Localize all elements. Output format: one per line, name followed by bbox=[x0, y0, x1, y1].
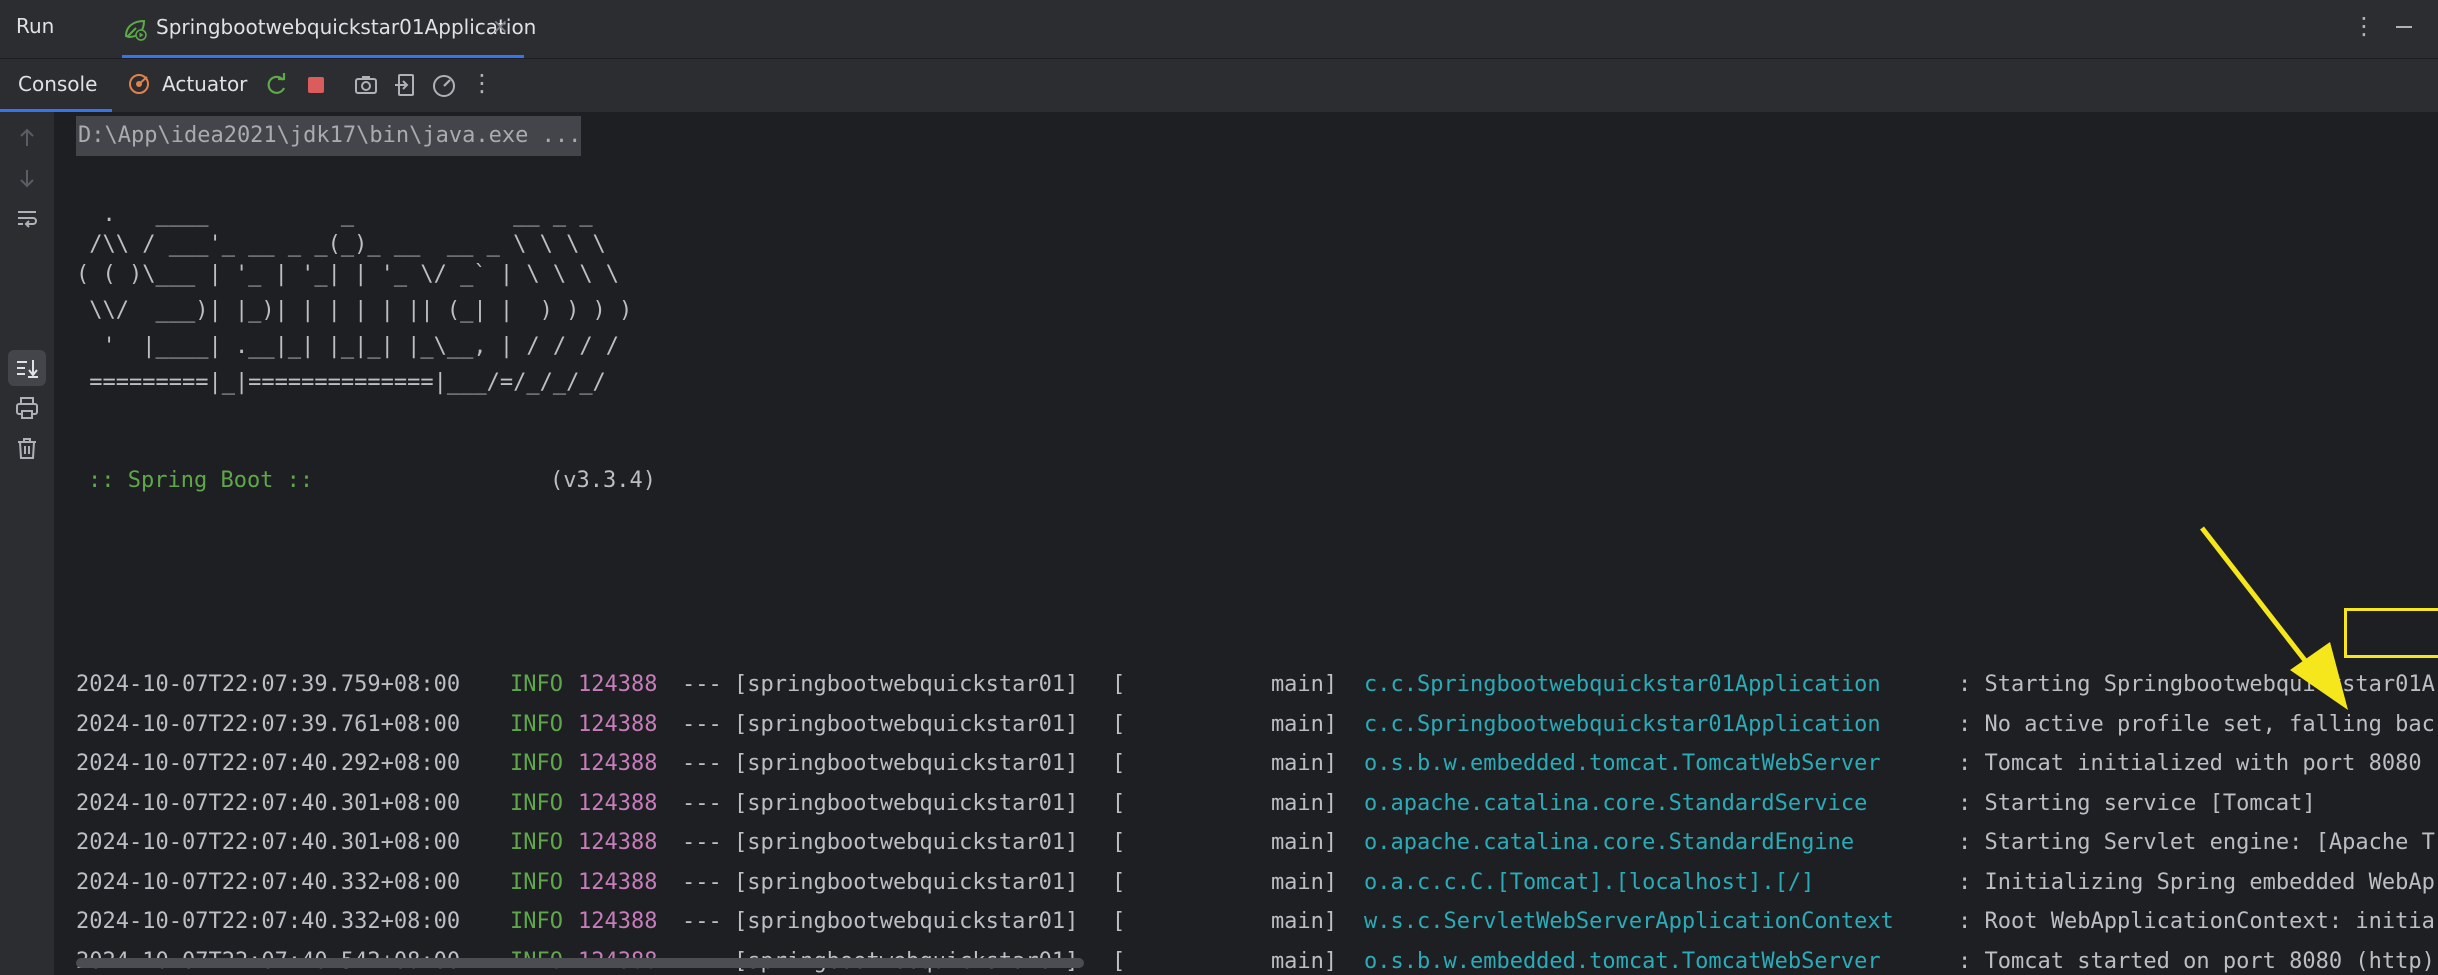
spring-banner-line: ' |____| .__|_| |_|_| |_\__, | / / / / bbox=[76, 334, 620, 359]
log-app-name: [springbootwebquickstar01] bbox=[734, 909, 1079, 934]
log-logger: o.s.b.w.embedded.tomcat.TomcatWebServer bbox=[1364, 948, 1881, 974]
log-logger: o.s.b.w.embedded.tomcat.TomcatWebServer bbox=[1364, 751, 1881, 776]
log-level: INFO bbox=[510, 672, 563, 697]
run-tab-title: Springbootwebquickstar01Application bbox=[156, 15, 537, 39]
log-app-name: [springbootwebquickstar01] bbox=[734, 672, 1079, 697]
dashboard-icon[interactable] bbox=[430, 71, 458, 99]
arrow-down-icon[interactable] bbox=[13, 164, 41, 192]
log-timestamp: 2024-10-07T22:07:39.759+08:00 bbox=[76, 672, 461, 697]
log-thread: [ main] bbox=[1112, 909, 1338, 934]
arrow-up-icon[interactable] bbox=[13, 124, 41, 152]
soft-wrap-icon[interactable] bbox=[13, 204, 41, 232]
log-logger: c.c.Springbootwebquickstar01Application bbox=[1364, 672, 1881, 697]
log-pid: 124388 bbox=[578, 751, 658, 776]
log-level: INFO bbox=[510, 869, 563, 895]
log-pid: 124388 bbox=[578, 790, 658, 816]
stop-icon[interactable] bbox=[302, 71, 330, 99]
log-timestamp: 2024-10-07T22:07:40.332+08:00 bbox=[76, 869, 461, 895]
kebab-vertical-icon[interactable]: ⋮ bbox=[468, 69, 496, 97]
log-app-name: [springbootwebquickstar01] bbox=[734, 711, 1079, 737]
log-level: INFO bbox=[510, 711, 563, 737]
log-pid: 124388 bbox=[578, 869, 658, 895]
active-tab-indicator bbox=[122, 55, 524, 58]
log-app-name: [springbootwebquickstar01] bbox=[734, 830, 1079, 855]
log-timestamp: 2024-10-07T22:07:40.292+08:00 bbox=[76, 751, 461, 776]
log-thread: [ main] bbox=[1112, 948, 1338, 974]
spring-boot-version: (v3.3.4) bbox=[550, 468, 656, 493]
log-separator: --- bbox=[682, 751, 722, 776]
actuator-label: Actuator bbox=[162, 72, 248, 96]
rerun-icon[interactable] bbox=[262, 71, 290, 99]
actuator-icon bbox=[129, 74, 149, 94]
log-separator: --- bbox=[682, 790, 722, 816]
log-level: INFO bbox=[510, 751, 563, 776]
log-timestamp: 2024-10-07T22:07:40.301+08:00 bbox=[76, 790, 461, 816]
console-toolbar: Console Actuator ⋮ bbox=[0, 59, 2438, 113]
log-thread: [ main] bbox=[1112, 830, 1338, 855]
command-line[interactable]: D:\App\idea2021\jdk17\bin\java.exe ... bbox=[76, 116, 582, 156]
log-timestamp: 2024-10-07T22:07:40.332+08:00 bbox=[76, 909, 461, 934]
log-message: : Starting Servlet engine: [Apache T bbox=[1958, 830, 2435, 855]
log-level: INFO bbox=[510, 830, 563, 855]
log-thread: [ main] bbox=[1112, 672, 1338, 697]
log-message: : Tomcat started on port 8080 (http) bbox=[1958, 948, 2435, 974]
spring-banner-line: =========|_|==============|___/=/_/_/_/ bbox=[76, 370, 606, 395]
scroll-to-end-icon[interactable] bbox=[13, 354, 41, 382]
minimize-icon[interactable] bbox=[2396, 26, 2412, 28]
spring-banner-line: \\/ ___)| |_)| | | | | || (_| | ) ) ) ) bbox=[76, 298, 633, 323]
trash-icon[interactable] bbox=[13, 434, 41, 462]
log-app-name: [springbootwebquickstar01] bbox=[734, 751, 1079, 776]
log-separator: --- bbox=[682, 672, 722, 697]
log-message: : Tomcat initialized with port 8080 bbox=[1958, 751, 2422, 776]
annotation-highlight-box bbox=[2344, 608, 2438, 658]
spring-banner-line: ( ( )\___ | '_ | '_| | '_ \/ _` | \ \ \ … bbox=[76, 262, 620, 287]
log-logger: w.s.c.ServletWebServerApplicationContext bbox=[1364, 909, 1894, 934]
print-icon[interactable] bbox=[13, 394, 41, 422]
log-separator: --- bbox=[682, 909, 722, 934]
log-logger: c.c.Springbootwebquickstar01Application bbox=[1364, 711, 1881, 737]
tab-console[interactable]: Console bbox=[18, 72, 97, 96]
log-logger: o.a.c.c.C.[Tomcat].[localhost].[/] bbox=[1364, 869, 1815, 895]
spring-banner-line: /\\ / ___'_ __ _ _(_)_ __ __ _ \ \ \ \ bbox=[76, 232, 606, 257]
log-logger: o.apache.catalina.core.StandardEngine bbox=[1364, 830, 1855, 855]
kebab-vertical-icon[interactable]: ⋮ bbox=[2352, 12, 2376, 40]
log-message: : Root WebApplicationContext: initia bbox=[1958, 909, 2435, 934]
log-logger: o.apache.catalina.core.StandardService bbox=[1364, 790, 1868, 816]
log-thread: [ main] bbox=[1112, 790, 1338, 816]
run-configuration-tab[interactable]: Springbootwebquickstar01Application × bbox=[122, 0, 536, 58]
exit-icon[interactable] bbox=[392, 71, 420, 99]
log-timestamp: 2024-10-07T22:07:40.301+08:00 bbox=[76, 830, 461, 855]
spring-banner-line: . ____ _ __ _ _ bbox=[76, 202, 593, 227]
log-pid: 124388 bbox=[578, 830, 658, 855]
run-tool-window-title: Run bbox=[16, 14, 55, 38]
log-thread: [ main] bbox=[1112, 751, 1338, 776]
log-separator: --- bbox=[682, 830, 722, 855]
log-separator: --- bbox=[682, 711, 722, 737]
log-pid: 124388 bbox=[578, 711, 658, 737]
log-message: : Initializing Spring embedded WebAp bbox=[1958, 869, 2435, 895]
log-app-name: [springbootwebquickstar01] bbox=[734, 869, 1079, 895]
log-level: INFO bbox=[510, 790, 563, 816]
log-thread: [ main] bbox=[1112, 869, 1338, 895]
log-pid: 124388 bbox=[578, 672, 658, 697]
log-separator: --- bbox=[682, 869, 722, 895]
tool-window-header: Run Springbootwebquickstar01Application … bbox=[0, 0, 2438, 59]
log-thread: [ main] bbox=[1112, 711, 1338, 737]
spring-boot-label: :: Spring Boot :: bbox=[88, 468, 314, 493]
log-message: : Starting service [Tomcat] bbox=[1958, 790, 2316, 816]
console-gutter bbox=[0, 112, 55, 975]
log-app-name: [springbootwebquickstar01] bbox=[734, 790, 1079, 816]
log-pid: 124388 bbox=[578, 909, 658, 934]
spring-run-icon bbox=[124, 19, 147, 41]
horizontal-scrollbar[interactable] bbox=[76, 958, 1084, 968]
log-level: INFO bbox=[510, 909, 563, 934]
console-output[interactable]: D:\App\idea2021\jdk17\bin\java.exe ... .… bbox=[56, 112, 2438, 975]
log-timestamp: 2024-10-07T22:07:39.761+08:00 bbox=[76, 711, 461, 737]
camera-icon[interactable] bbox=[352, 71, 380, 99]
close-tab-icon[interactable]: × bbox=[492, 14, 509, 38]
